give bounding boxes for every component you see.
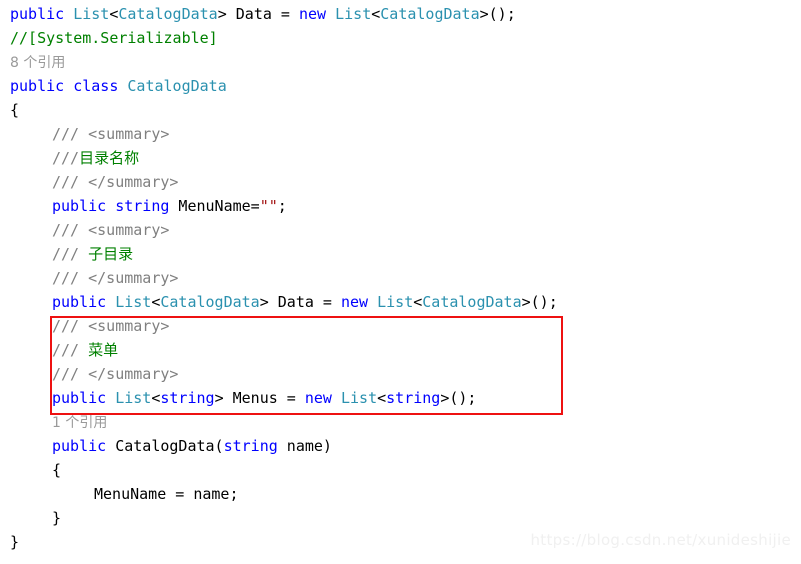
code-token-type: List [115,293,152,311]
code-token-type: CatalogData [118,5,218,23]
code-token-plain: MenuName= [169,197,260,215]
code-line[interactable]: /// </summary> [0,362,801,386]
code-token-doc: /// </summary> [52,173,179,191]
code-line[interactable]: /// </summary> [0,266,801,290]
code-token-kw: public [10,5,65,23]
code-token-type: CatalogData [160,293,260,311]
code-token-lens: 8 个引用 [10,55,66,71]
code-token-plain: { [10,101,20,119]
code-token-plain: ; [277,197,287,215]
code-line[interactable]: /// 菜单 [0,338,801,362]
code-token-plain: CatalogData( [106,437,224,455]
code-token-type: CatalogData [380,5,480,23]
code-token-doc: /// <summary> [52,317,170,335]
code-token-plain: { [52,461,62,479]
code-token-plain: < [413,293,423,311]
code-token-kw: string [386,389,441,407]
code-line[interactable]: /// 子目录 [0,242,801,266]
code-token-plain: > Menus = [214,389,305,407]
code-lines-container[interactable]: public List<CatalogData> Data = new List… [0,2,801,554]
code-token-kw: public [52,197,107,215]
code-line[interactable]: /// <summary> [0,314,801,338]
code-token-doc: /// </summary> [52,365,179,383]
code-token-str: "" [259,197,278,215]
code-token-plain: } [52,509,62,527]
code-token-doc: /// <summary> [52,221,170,239]
code-token-kw: new [341,293,369,311]
code-line[interactable]: 8 个引用 [0,50,801,74]
code-token-docz: 目录名称 [79,149,140,167]
code-token-plain: >(); [479,5,516,23]
code-token-plain: MenuName = name; [94,485,239,503]
code-token-kw: public [10,77,65,95]
code-line[interactable]: public string MenuName=""; [0,194,801,218]
code-token-plain: } [10,533,20,551]
code-line[interactable]: public CatalogData(string name) [0,434,801,458]
code-token-type: List [73,5,110,23]
code-token-docz: 子目录 [88,245,134,263]
code-line[interactable]: /// <summary> [0,122,801,146]
code-token-lens: 1 个引用 [52,415,108,431]
code-token-plain: < [377,389,387,407]
code-line[interactable]: /// </summary> [0,170,801,194]
code-line[interactable]: public List<string> Menus = new List<str… [0,386,801,410]
code-token-kw: public [52,389,107,407]
code-token-plain: >(); [440,389,477,407]
code-token-plain: > Data = [217,5,299,23]
code-token-kw: new [304,389,332,407]
code-line[interactable]: ///目录名称 [0,146,801,170]
code-token-type: List [377,293,414,311]
code-token-type: List [335,5,372,23]
code-token-kw: class [73,77,119,95]
code-token-plain: >(); [521,293,558,311]
code-line[interactable]: { [0,458,801,482]
code-token-kw: string [160,389,215,407]
code-token-plain: < [371,5,381,23]
code-line[interactable]: public List<CatalogData> Data = new List… [0,2,801,26]
code-token-kw: string [223,437,278,455]
code-token-plain: name) [277,437,332,455]
code-token-doc: /// [52,245,89,263]
code-line[interactable]: /// <summary> [0,218,801,242]
code-token-plain: > Data = [259,293,341,311]
code-editor-surface[interactable]: public List<CatalogData> Data = new List… [0,0,801,564]
code-token-kw: new [299,5,327,23]
code-token-kw: public [52,437,107,455]
watermark-text: https://blog.csdn.net/xunideshijie [530,531,791,549]
code-line[interactable]: MenuName = name; [0,482,801,506]
code-line[interactable]: public List<CatalogData> Data = new List… [0,290,801,314]
code-token-type: List [115,389,152,407]
code-token-doc: /// </summary> [52,269,179,287]
code-line[interactable]: public class CatalogData [0,74,801,98]
code-token-doc: /// [52,341,89,359]
code-line[interactable]: //[System.Serializable] [0,26,801,50]
code-token-doc: /// [52,149,80,167]
code-token-kw: string [115,197,170,215]
code-line[interactable]: { [0,98,801,122]
code-token-docz: 菜单 [88,341,119,359]
code-token-type: List [341,389,378,407]
code-line[interactable]: } [0,506,801,530]
code-token-type: CatalogData [127,77,227,95]
code-token-cmt: //[System.Serializable] [10,29,218,47]
code-token-doc: /// <summary> [52,125,170,143]
code-token-kw: public [52,293,107,311]
code-line[interactable]: 1 个引用 [0,410,801,434]
code-token-type: CatalogData [422,293,522,311]
